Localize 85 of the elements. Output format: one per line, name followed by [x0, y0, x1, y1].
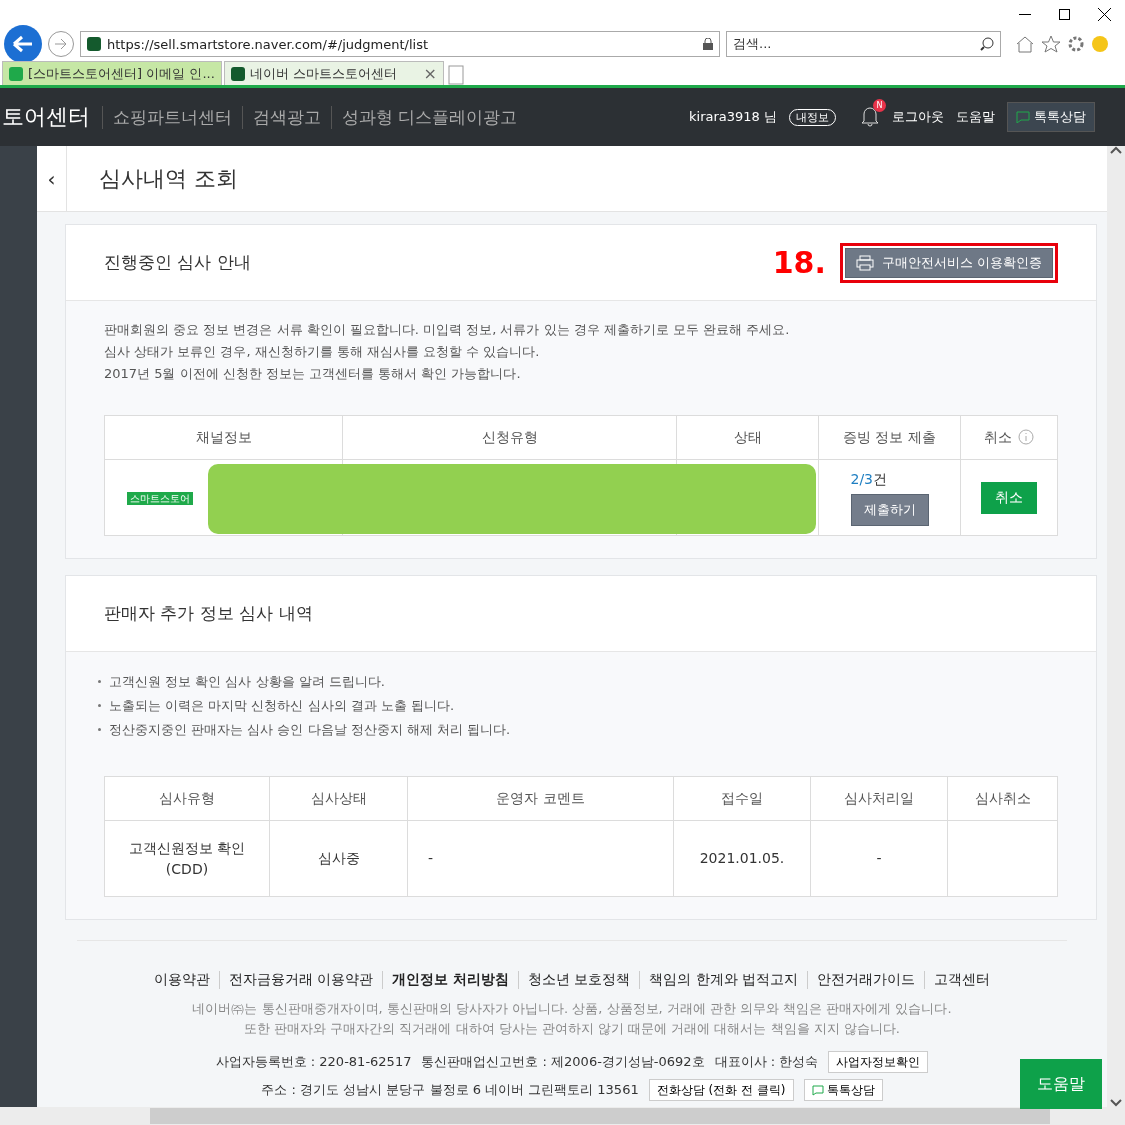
card-title: 판매자 추가 정보 심사 내역: [104, 602, 313, 625]
brand-title: 토어센터: [2, 103, 90, 131]
column-header: 심사처리일: [810, 776, 948, 821]
footer-link[interactable]: 전자금융거래 이용약관: [218, 971, 383, 989]
forward-button[interactable]: [48, 31, 74, 57]
notice-text: 판매회원의 중요 정보 변경은 서류 확인이 필요합니다. 미입력 정보, 서류가 있는 경우 제출하기로 모두 완료해 주세요.: [104, 321, 791, 339]
notice-text: 2017년 5월 이전에 신청한 정보는 고객센터를 통해서 확인 가능합니다.: [104, 365, 522, 383]
site-icon: [9, 66, 23, 81]
address-bar[interactable]: https://sell.smartstore.naver.com/#/judgment/list: [80, 31, 720, 57]
home-icon[interactable]: [1015, 35, 1035, 53]
site-icon: [87, 37, 101, 51]
search-icon: [980, 37, 994, 51]
talk-button[interactable]: 톡톡상담: [1007, 102, 1095, 132]
maximize-icon[interactable]: [1059, 8, 1070, 20]
bullet-icon: [98, 703, 101, 707]
url-text: https://sell.smartstore.naver.com/#/judgment/list: [107, 36, 428, 52]
notice-text: 정산중지중인 판매자는 심사 승인 다음날 정산중지 해제 처리 됩니다.: [98, 718, 1058, 742]
lock-icon: [703, 38, 713, 50]
username: kirara3918 님: [689, 108, 777, 126]
table-cell: 고객신원정보 확인 (CDD): [104, 820, 270, 897]
horizontal-scrollbar[interactable]: [0, 1107, 1125, 1125]
table-cell: -: [407, 820, 674, 897]
nav-link[interactable]: 검색광고: [242, 105, 331, 129]
notification-badge: N: [873, 98, 886, 112]
column-header: 운영자 코멘트: [407, 776, 674, 821]
chat-icon: [1016, 111, 1030, 123]
business-info-button[interactable]: 사업자정보확인: [828, 1051, 929, 1073]
column-header: 접수일: [673, 776, 811, 821]
close-tab-button[interactable]: ×: [423, 64, 437, 83]
nav-link[interactable]: 쇼핑파트너센터: [102, 105, 242, 129]
footer-link[interactable]: 안전거래가이드: [807, 971, 925, 989]
scroll-down-icon[interactable]: [1110, 1099, 1122, 1107]
notice-text: 노출되는 이력은 마지막 신청하신 심사의 결과 노출 됩니다.: [98, 694, 1058, 718]
footer-link[interactable]: 고객센터: [924, 971, 1000, 989]
column-header: 심사상태: [269, 776, 408, 821]
certificate-button[interactable]: 구매안전서비스 이용확인증: [844, 247, 1053, 278]
footer-link[interactable]: 이용약관: [144, 971, 219, 989]
column-header: 채널정보: [104, 415, 343, 460]
company-address: 주소 : 경기도 성남시 분당구 불정로 6 네이버 그린팩토리 13561: [261, 1081, 639, 1099]
footer-link[interactable]: 책임의 한계와 법적고지: [639, 971, 808, 989]
footer-link[interactable]: 청소년 보호정책: [518, 971, 640, 989]
help-link[interactable]: 도움말: [956, 108, 995, 126]
table-cell: 2021.01.05.: [673, 820, 811, 897]
star-icon[interactable]: [1041, 35, 1061, 53]
close-icon[interactable]: [1098, 7, 1111, 21]
column-header: 증빙 정보 제출: [818, 415, 961, 460]
table-cell: -: [810, 820, 948, 897]
back-button[interactable]: [4, 25, 42, 63]
notice-text: 고객신원 정보 확인 심사 상황을 알려 드립니다.: [98, 670, 1058, 694]
scroll-up-icon[interactable]: [1110, 146, 1122, 154]
submit-button[interactable]: 제출하기: [850, 494, 929, 526]
column-header: 상태: [676, 415, 819, 460]
browser-tab[interactable]: 네이버 스마트스토어센터 ×: [224, 61, 444, 85]
company-info: 통신판매업신고번호 : 제2006-경기성남-0692호: [421, 1053, 705, 1071]
disclaimer-text: 네이버㈜는 통신판매중개자이며, 통신판매의 당사자가 아닙니다. 상품, 상품정보, 거래에 관한 의무와 책임은 판매자에게 있습니다. 또한 판매자와 구매자간의 직거래에 대하여 당사는 관여하지 않기 때문에 거래에 대해서는 책임을 지지 않습니다.: [192, 1000, 952, 1038]
company-info: 사업자등록번호 : 220-81-62517: [215, 1053, 412, 1071]
card-title: 진행중인 심사 안내: [104, 251, 251, 274]
store-tag: 스마트스토어: [127, 491, 193, 505]
logout-link[interactable]: 로그아웃: [892, 108, 944, 126]
footer-link[interactable]: 개인정보 처리방침: [382, 971, 518, 989]
bullet-icon: [98, 679, 101, 683]
column-header: 신청유형: [342, 415, 677, 460]
column-header: 심사유형: [104, 776, 270, 821]
browser-tab[interactable]: [스마트스토어센터] 이메일 인...: [2, 61, 222, 85]
bullet-icon: [98, 727, 101, 731]
talk-button[interactable]: 톡톡상담: [803, 1079, 883, 1101]
table-cell: 심사중: [269, 820, 408, 897]
annotation-number: 18.: [772, 245, 826, 280]
printer-icon: [855, 254, 874, 271]
submission-count: 2/3건: [850, 470, 888, 489]
page-title: 심사내역 조회: [99, 164, 238, 193]
phone-button[interactable]: 전화상담 (전화 전 클릭): [648, 1079, 794, 1101]
notice-text: 심사 상태가 보류인 경우, 재신청하기를 통해 재심사를 요청할 수 있습니다.: [104, 343, 541, 361]
site-icon: [231, 66, 245, 81]
company-info: 대표이사 : 한성숙: [714, 1053, 819, 1071]
chat-icon: [811, 1084, 824, 1096]
minimize-icon[interactable]: [1019, 13, 1031, 15]
vertical-scrollbar[interactable]: [1107, 146, 1125, 1107]
arrow-icon: [54, 38, 68, 50]
search-field[interactable]: 검색...: [726, 31, 1001, 57]
column-header: 심사취소: [947, 776, 1058, 821]
column-header: 취소: [960, 415, 1058, 460]
arrow-icon: [12, 35, 34, 53]
nav-link[interactable]: 성과형 디스플레이광고: [331, 105, 528, 129]
info-icon: [1018, 428, 1034, 445]
